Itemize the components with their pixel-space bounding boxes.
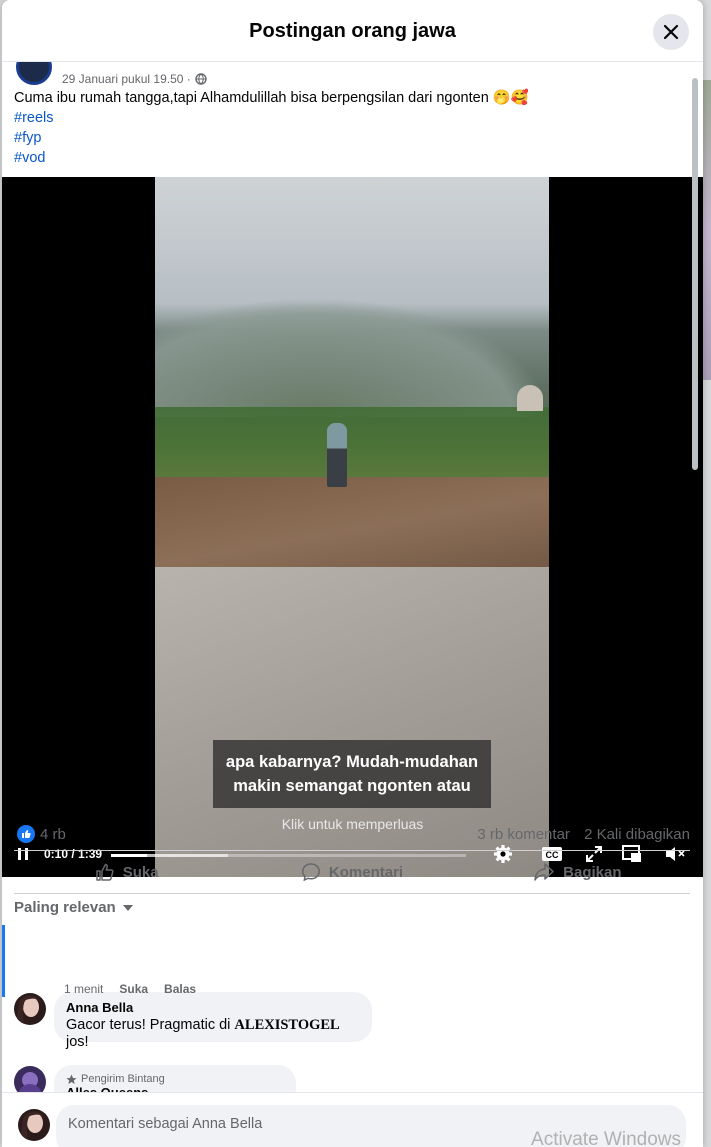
like-button[interactable]: Suka bbox=[14, 851, 239, 893]
commenter-avatar[interactable] bbox=[14, 993, 46, 1025]
activate-windows-watermark: Activate Windows bbox=[531, 1129, 681, 1147]
post-meta: 29 Januari pukul 19.50 · bbox=[16, 62, 207, 86]
video-scene-trees bbox=[155, 407, 549, 487]
comment-highlight-bar bbox=[2, 925, 5, 997]
subtitle-line: makin semangat ngonten atau bbox=[233, 777, 471, 795]
comment-actions: 1 menit Suka Balas bbox=[64, 982, 196, 996]
commenter-name[interactable]: Anna Bella bbox=[66, 1000, 360, 1015]
page-avatar[interactable] bbox=[16, 62, 52, 85]
like-reaction-icon bbox=[17, 825, 35, 843]
video-player[interactable]: apa kabarnya? Mudah-mudahan makin semang… bbox=[2, 177, 703, 877]
share-label: Bagikan bbox=[563, 863, 622, 881]
video-scene-dome bbox=[517, 385, 543, 411]
star-sender-badge: Pengirim Bintang bbox=[81, 1073, 165, 1085]
comment-button[interactable]: Komentari bbox=[239, 851, 464, 893]
comment-time[interactable]: 1 menit bbox=[64, 982, 103, 996]
globe-icon bbox=[195, 73, 207, 85]
scrollbar[interactable] bbox=[692, 78, 698, 470]
comment-sort-dropdown[interactable]: Paling relevan bbox=[14, 899, 134, 916]
modal-header: Postingan orang jawa bbox=[2, 0, 703, 62]
comment-count[interactable]: 3 rb komentar bbox=[477, 826, 570, 843]
comment-text-bold: ALEXISTOGEL bbox=[234, 1017, 340, 1033]
video-scene-hills bbox=[155, 297, 549, 417]
action-bar: Suka Komentari Bagikan bbox=[14, 850, 690, 894]
share-count[interactable]: 2 Kali dibagikan bbox=[584, 826, 690, 843]
comment-label: Komentari bbox=[328, 863, 404, 881]
comment-like-button[interactable]: Suka bbox=[119, 982, 148, 996]
hashtag-link[interactable]: #reels bbox=[14, 108, 674, 128]
post-caption: Cuma ibu rumah tangga,tapi Alhamdulillah… bbox=[14, 88, 674, 168]
sort-label: Paling relevan bbox=[14, 899, 116, 916]
share-button[interactable]: Bagikan bbox=[465, 851, 690, 893]
close-button[interactable] bbox=[653, 14, 689, 50]
comment-reply-button[interactable]: Balas bbox=[164, 982, 196, 996]
share-arrow-icon bbox=[534, 863, 554, 881]
comment-bubble-icon bbox=[301, 863, 320, 882]
video-scene-person bbox=[327, 423, 347, 487]
hashtag-link[interactable]: #vod bbox=[14, 148, 674, 168]
reaction-summary: 4 rb 3 rb komentar 2 Kali dibagikan bbox=[14, 824, 690, 846]
post-modal: Postingan orang jawa 29 Januari pukul 19… bbox=[2, 0, 703, 1147]
caption-text: Cuma ibu rumah tangga,tapi Alhamdulillah… bbox=[14, 90, 529, 106]
hashtag-link[interactable]: #fyp bbox=[14, 128, 674, 148]
video-subtitle: apa kabarnya? Mudah-mudahan makin semang… bbox=[213, 740, 491, 808]
like-count[interactable]: 4 rb bbox=[40, 826, 66, 843]
post-date[interactable]: 29 Januari pukul 19.50 · bbox=[62, 72, 191, 86]
comment-text: Gacor terus! Pragmatic di ALEXISTOGEL jo… bbox=[66, 1017, 340, 1050]
subtitle-line: apa kabarnya? Mudah-mudahan bbox=[225, 753, 479, 771]
star-icon bbox=[66, 1074, 77, 1084]
close-icon bbox=[663, 24, 679, 40]
post-scroll-area: 29 Januari pukul 19.50 · Cuma ibu rumah … bbox=[2, 62, 703, 1092]
thumbs-up-icon bbox=[95, 863, 114, 881]
comment-bubble: Anna Bella Gacor terus! Pragmatic di ALE… bbox=[54, 992, 372, 1050]
like-label: Suka bbox=[122, 863, 159, 881]
caret-down-icon bbox=[122, 904, 133, 911]
modal-title: Postingan orang jawa bbox=[249, 20, 456, 42]
current-user-avatar[interactable] bbox=[18, 1109, 50, 1141]
